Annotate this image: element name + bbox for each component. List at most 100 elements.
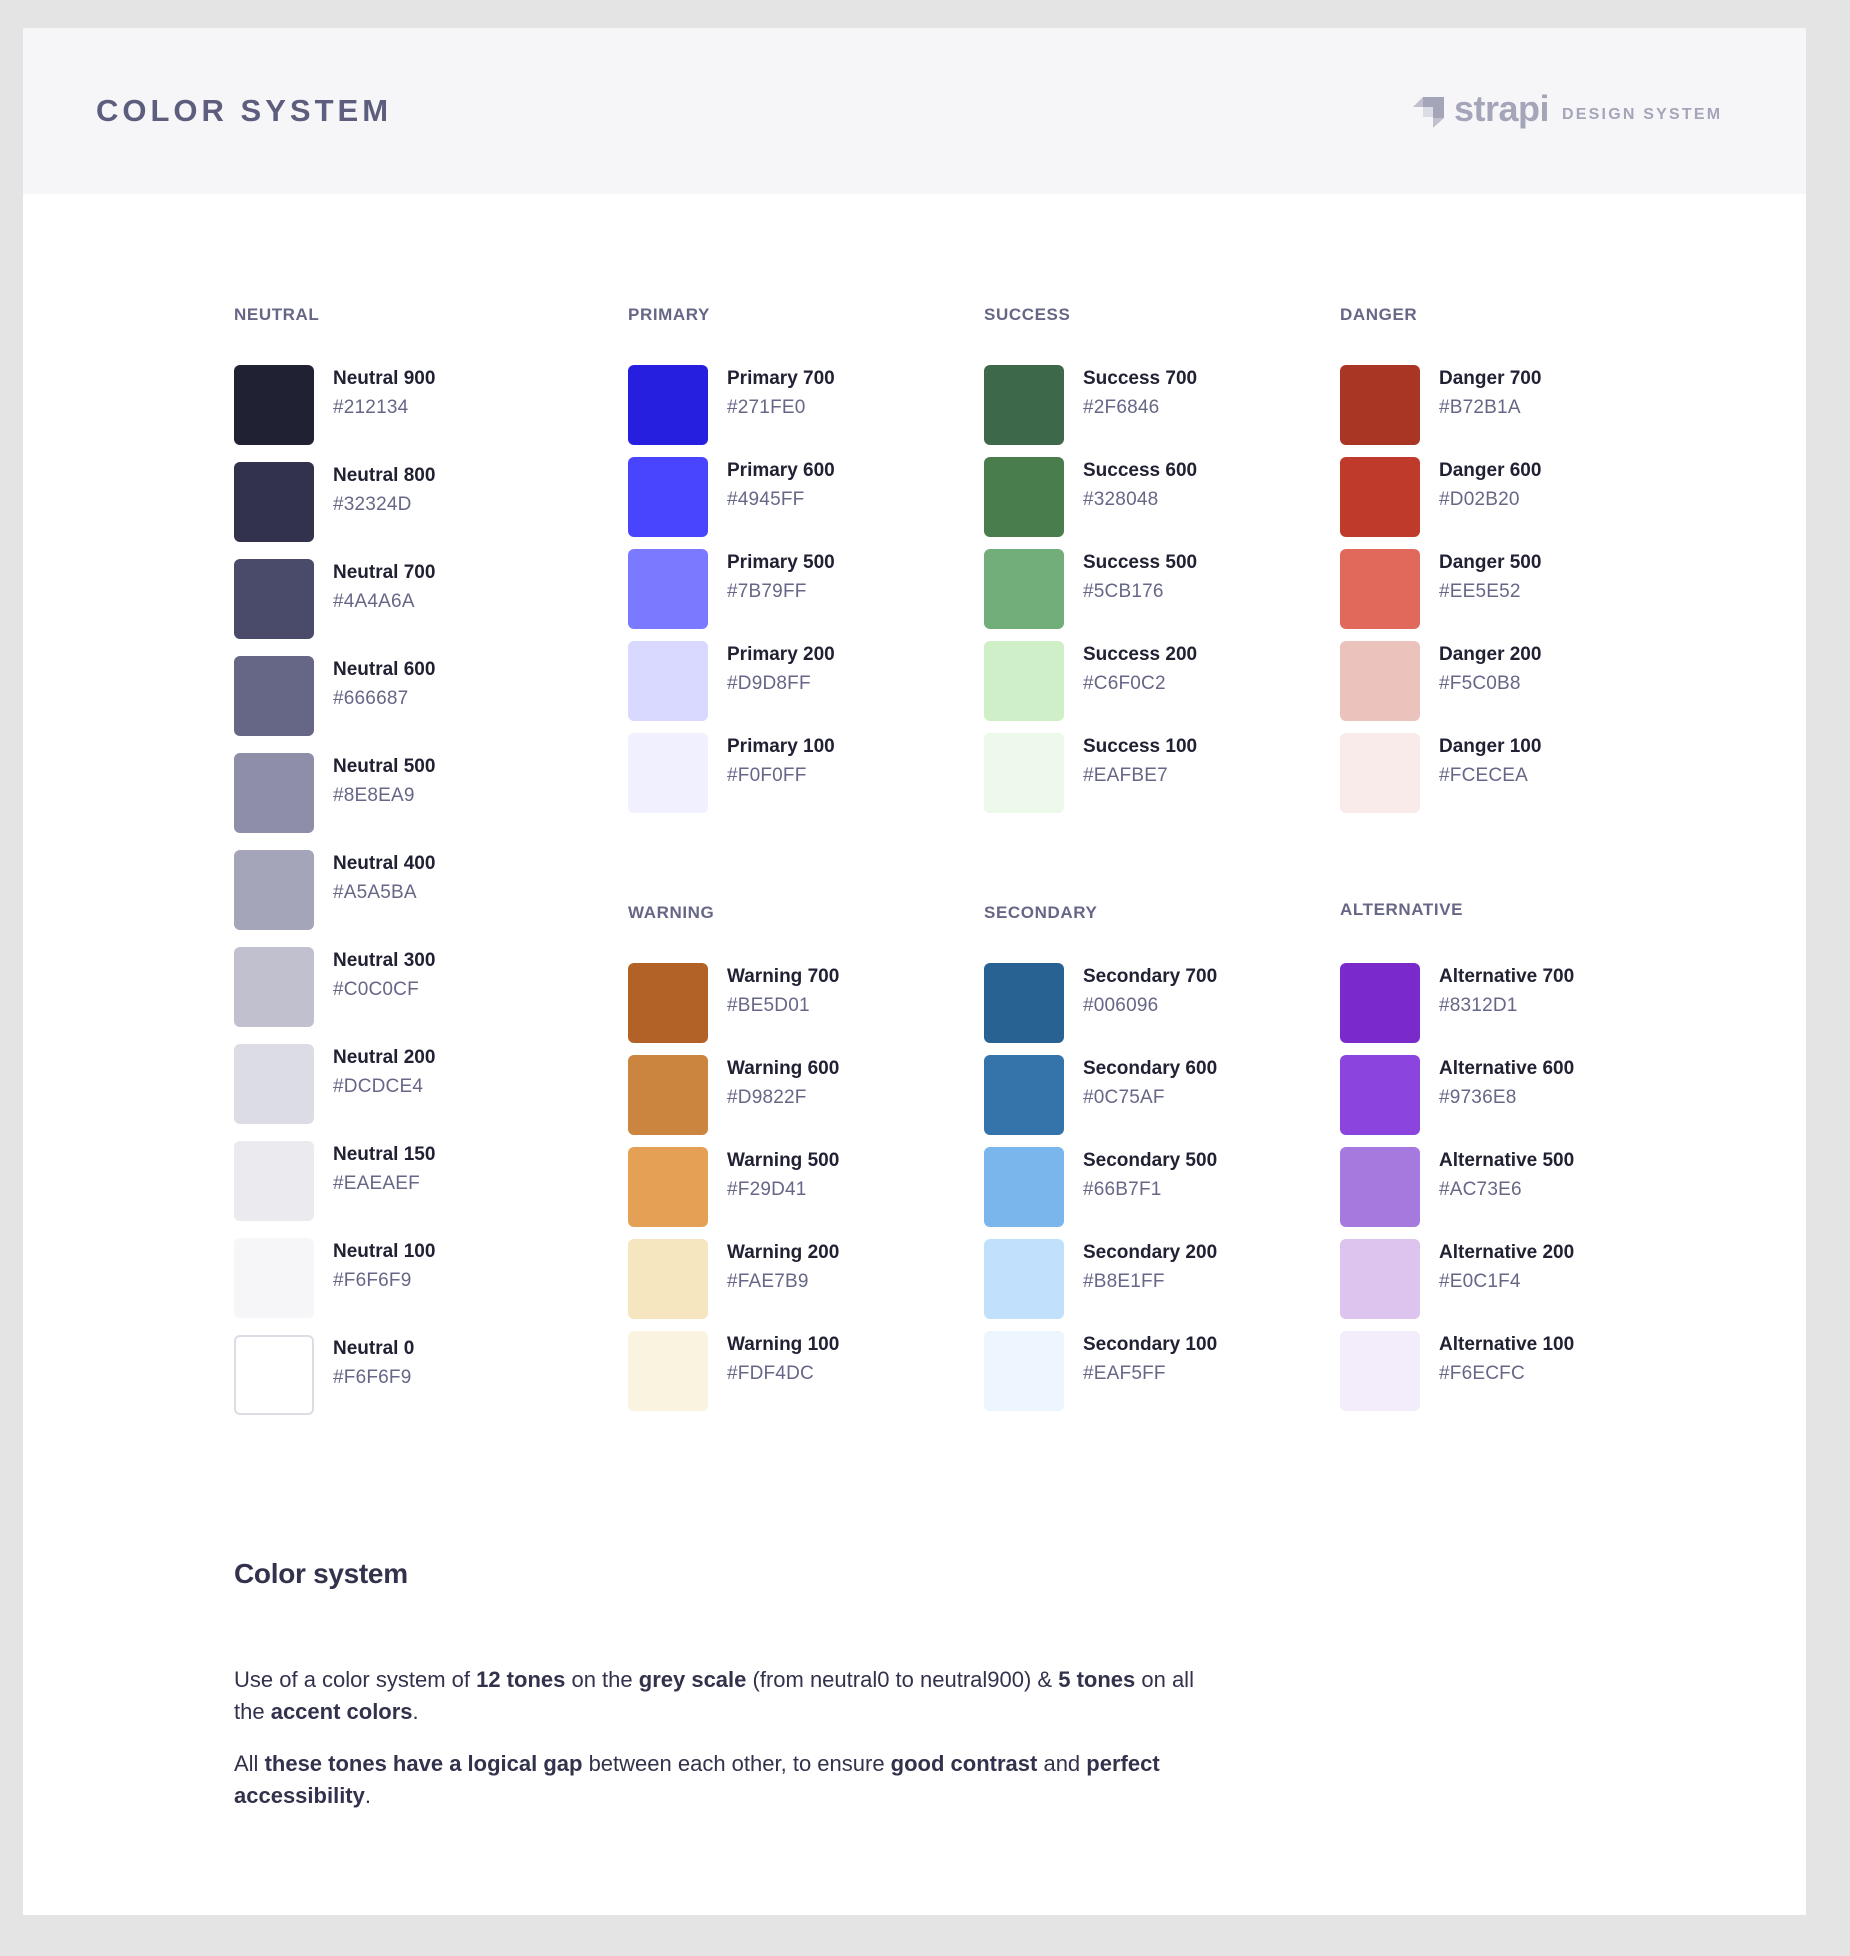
header-band: COLOR SYSTEM strapi DESIGN SYSTEM bbox=[23, 28, 1806, 194]
color-swatch bbox=[234, 1044, 314, 1124]
swatch-name: Success 100 bbox=[1083, 736, 1198, 757]
color-swatch bbox=[628, 1147, 708, 1227]
swatch-name: Neutral 150 bbox=[333, 1144, 436, 1165]
swatch-hex-value: #006096 bbox=[1083, 995, 1159, 1016]
swatch-hex-value: #9736E8 bbox=[1439, 1087, 1517, 1108]
color-swatch bbox=[628, 1331, 708, 1411]
brand-logo: strapi DESIGN SYSTEM bbox=[1412, 88, 1722, 132]
swatch-hex-value: #32324D bbox=[333, 494, 412, 515]
body-text: Use of a color system of bbox=[234, 1667, 477, 1692]
color-swatch bbox=[628, 1239, 708, 1319]
color-swatch-item: Neutral 500 #8E8EA9 bbox=[234, 753, 554, 833]
color-swatch-item: Primary 200 #D9D8FF bbox=[628, 641, 948, 721]
description-section: Color system Use of a color system of 12… bbox=[234, 1558, 1194, 1808]
swatch-hex-value: #F6F6F9 bbox=[333, 1367, 412, 1388]
swatch-hex-value: #271FE0 bbox=[727, 397, 806, 418]
swatch-hex-value: #FDF4DC bbox=[727, 1363, 814, 1384]
swatch-hex-value: #F6F6F9 bbox=[333, 1270, 412, 1291]
swatch-hex-value: #FCECEA bbox=[1439, 765, 1529, 786]
color-swatch-item: Secondary 600 #0C75AF bbox=[984, 1055, 1304, 1135]
swatch-hex-value: #F0F0FF bbox=[727, 765, 807, 786]
swatch-name: Primary 500 bbox=[727, 552, 835, 573]
group-label-success: SUCCESS bbox=[984, 305, 1071, 324]
swatch-name: Success 700 bbox=[1083, 368, 1198, 389]
color-swatch bbox=[628, 733, 708, 813]
emphasis-text: 12 tones bbox=[476, 1667, 566, 1692]
swatch-hex-value: #BE5D01 bbox=[727, 995, 810, 1016]
swatch-name: Neutral 600 bbox=[333, 659, 436, 680]
group-label-danger: DANGER bbox=[1340, 305, 1418, 324]
color-swatch-item: Danger 200 #F5C0B8 bbox=[1340, 641, 1660, 721]
swatch-name: Primary 200 bbox=[727, 644, 835, 665]
color-swatch bbox=[1340, 733, 1420, 813]
color-swatch bbox=[1340, 1239, 1420, 1319]
swatch-hex-value: #B8E1FF bbox=[1083, 1271, 1165, 1292]
swatch-hex-value: #5CB176 bbox=[1083, 581, 1164, 602]
swatch-name: Danger 200 bbox=[1439, 644, 1542, 665]
color-swatch-item: Warning 100 #FDF4DC bbox=[628, 1331, 948, 1411]
swatch-name: Alternative 100 bbox=[1439, 1334, 1575, 1355]
color-swatch-item: Neutral 100 #F6F6F9 bbox=[234, 1238, 554, 1318]
color-swatch bbox=[234, 1141, 314, 1221]
swatch-name: Danger 600 bbox=[1439, 460, 1542, 481]
swatch-name: Danger 100 bbox=[1439, 736, 1542, 757]
swatch-name: Warning 500 bbox=[727, 1150, 840, 1171]
color-swatch-item: Alternative 100 #F6ECFC bbox=[1340, 1331, 1660, 1411]
swatch-hex-value: #C0C0CF bbox=[333, 979, 419, 1000]
swatch-name: Primary 100 bbox=[727, 736, 835, 757]
swatch-hex-value: #8E8EA9 bbox=[333, 785, 415, 806]
group-label-neutral: NEUTRAL bbox=[234, 305, 320, 324]
color-swatch-item: Danger 700 #B72B1A bbox=[1340, 365, 1660, 445]
color-swatch bbox=[234, 1238, 314, 1318]
swatch-name: Secondary 500 bbox=[1083, 1150, 1218, 1171]
swatch-hex-value: #4945FF bbox=[727, 489, 805, 510]
swatch-hex-value: #F29D41 bbox=[727, 1179, 807, 1200]
swatch-name: Success 200 bbox=[1083, 644, 1198, 665]
swatch-hex-value: #FAE7B9 bbox=[727, 1271, 809, 1292]
swatch-name: Success 600 bbox=[1083, 460, 1198, 481]
group-label-warning: WARNING bbox=[628, 903, 715, 922]
color-swatch bbox=[1340, 963, 1420, 1043]
swatch-name: Secondary 600 bbox=[1083, 1058, 1218, 1079]
color-swatch bbox=[628, 365, 708, 445]
color-swatch-item: Danger 500 #EE5E52 bbox=[1340, 549, 1660, 629]
swatch-hex-value: #0C75AF bbox=[1083, 1087, 1165, 1108]
color-swatch-item: Success 100 #EAFBE7 bbox=[984, 733, 1304, 813]
color-swatch bbox=[984, 1331, 1064, 1411]
strapi-logo-icon bbox=[1413, 97, 1444, 128]
color-swatch bbox=[234, 1335, 314, 1415]
body-text: and bbox=[1037, 1751, 1087, 1776]
color-swatch bbox=[1340, 457, 1420, 537]
swatch-hex-value: #E0C1F4 bbox=[1439, 1271, 1521, 1292]
swatch-name: Primary 700 bbox=[727, 368, 835, 389]
swatch-name: Secondary 200 bbox=[1083, 1242, 1218, 1263]
color-swatch bbox=[984, 733, 1064, 813]
swatch-name: Secondary 700 bbox=[1083, 966, 1218, 987]
emphasis-text: 5 tones bbox=[1058, 1667, 1136, 1692]
body-text: . bbox=[412, 1699, 419, 1724]
color-swatch bbox=[628, 963, 708, 1043]
page-title: COLOR SYSTEM bbox=[96, 93, 393, 128]
swatch-name: Secondary 100 bbox=[1083, 1334, 1218, 1355]
color-swatch-item: Secondary 500 #66B7F1 bbox=[984, 1147, 1304, 1227]
color-swatch-item: Neutral 800 #32324D bbox=[234, 462, 554, 542]
color-swatch bbox=[984, 457, 1064, 537]
swatch-name: Neutral 800 bbox=[333, 465, 436, 486]
swatch-name: Warning 700 bbox=[727, 966, 840, 987]
color-swatch bbox=[234, 656, 314, 736]
color-swatch-item: Primary 700 #271FE0 bbox=[628, 365, 948, 445]
swatch-name: Neutral 100 bbox=[333, 1241, 436, 1262]
color-swatch-item: Neutral 0 #F6F6F9 bbox=[234, 1335, 554, 1415]
color-swatch-item: Success 500 #5CB176 bbox=[984, 549, 1304, 629]
swatch-name: Neutral 400 bbox=[333, 853, 436, 874]
color-swatch-item: Neutral 700 #4A4A6A bbox=[234, 559, 554, 639]
swatch-hex-value: #328048 bbox=[1083, 489, 1159, 510]
swatch-hex-value: #8312D1 bbox=[1439, 995, 1518, 1016]
swatch-name: Neutral 200 bbox=[333, 1047, 436, 1068]
group-label-primary: PRIMARY bbox=[628, 305, 710, 324]
swatch-hex-value: #EE5E52 bbox=[1439, 581, 1521, 602]
swatch-hex-value: #EAFBE7 bbox=[1083, 765, 1168, 786]
swatch-hex-value: #666687 bbox=[333, 688, 409, 709]
color-swatch bbox=[984, 1055, 1064, 1135]
color-swatch-item: Secondary 200 #B8E1FF bbox=[984, 1239, 1304, 1319]
